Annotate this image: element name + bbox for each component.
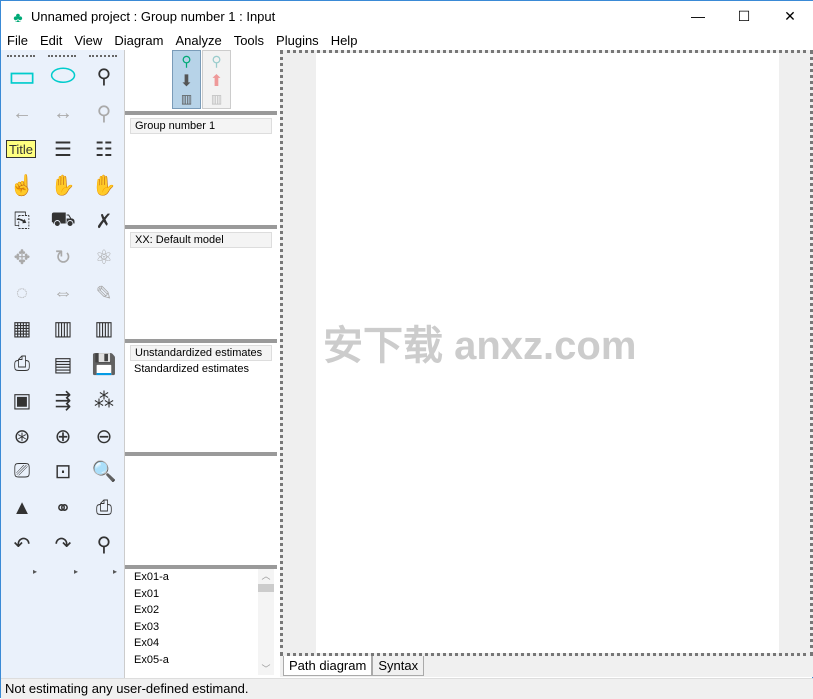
view-tabs: Path diagram Syntax xyxy=(280,656,813,677)
menu-plugins[interactable]: Plugins xyxy=(270,32,325,50)
maximize-button[interactable]: ☐ xyxy=(721,1,767,32)
more-tools-arrow[interactable]: ▸ xyxy=(74,567,78,576)
undo-icon[interactable]: ↶ xyxy=(6,528,38,560)
data-files-icon[interactable]: ▦ xyxy=(6,312,38,344)
multiple-group-icon[interactable]: ⚭ xyxy=(47,492,79,524)
drag-properties-icon[interactable]: ⇶ xyxy=(47,384,79,416)
table-icon: ▥ xyxy=(210,92,223,106)
deselect-all-icon[interactable]: ✋ xyxy=(88,169,120,201)
panel-divider[interactable] xyxy=(125,225,277,229)
down-arrow-icon: ⬇ xyxy=(179,73,194,90)
estimates-item-standardized[interactable]: Standardized estimates xyxy=(134,363,249,375)
menu-bar: File Edit View Diagram Analyze Tools Plugins He… xyxy=(1,32,813,50)
menu-help[interactable]: Help xyxy=(325,32,364,50)
tool-palette: ▸ ▸ ▸ ▭ ⬭ ⚲ ← ↔ ⚲ Title ☰ ☷ ☝ ✋ ✋ ⎘ ⛟ ✗ ✥ ↻ ⚛ ◌ ⇔ ✎ ▦ ▥ ▥ ⎙ ▤ 💾 ▣ ⇶ ⁂… xyxy=(1,50,124,678)
tab-syntax[interactable]: Syntax xyxy=(372,656,425,676)
estimates-item-unstandardized[interactable]: Unstandardized estimates xyxy=(130,345,272,361)
toolbar-separator xyxy=(48,55,76,57)
file-list-item[interactable]: Ex03 xyxy=(125,619,275,636)
path-diagram-canvas[interactable]: 安下载 anxz.com xyxy=(280,50,813,656)
menu-tools[interactable]: Tools xyxy=(228,32,270,50)
more-tools-arrow[interactable]: ▸ xyxy=(113,567,117,576)
object-properties-icon[interactable]: ▣ xyxy=(6,384,38,416)
menu-view[interactable]: View xyxy=(68,32,108,50)
menu-edit[interactable]: Edit xyxy=(34,32,68,50)
status-bar: Not estimating any user-defined estimand… xyxy=(1,678,813,699)
menu-diagram[interactable]: Diagram xyxy=(108,32,169,50)
file-list-item[interactable]: Ex01-a xyxy=(125,569,275,586)
rotate-indicators-icon[interactable]: ↻ xyxy=(47,241,79,273)
move-icon[interactable]: ⛟ xyxy=(47,205,79,237)
diagram-icon: ⚲ xyxy=(181,53,192,69)
fit-to-page-icon[interactable]: ⊡ xyxy=(47,455,79,487)
add-unique-variable-icon[interactable]: ⚲ xyxy=(88,97,120,129)
close-button[interactable]: ✕ xyxy=(767,1,813,32)
draw-unobserved-variable-icon[interactable]: ⬭ xyxy=(47,59,79,92)
minimize-button[interactable]: — xyxy=(675,1,721,32)
view-input-button[interactable]: ⚲ ⬇ ▥ xyxy=(172,50,201,109)
menu-analyze[interactable]: Analyze xyxy=(169,32,227,50)
duplicate-icon[interactable]: ⎘ xyxy=(6,205,38,237)
window-title: Unnamed project : Group number 1 : Input xyxy=(31,9,276,24)
list-dataset-variables-icon[interactable]: ☷ xyxy=(88,133,120,165)
watermark: 安下载 anxz.com xyxy=(323,324,637,368)
zoom-out-icon[interactable]: ⊖ xyxy=(88,420,120,452)
title-bar: ♣ Unnamed project : Group number 1 : Inp… xyxy=(1,1,813,32)
draw-observed-variable-icon[interactable]: ▭ xyxy=(6,60,38,93)
table-icon: ▥ xyxy=(180,92,193,106)
figure-caption-icon[interactable]: Title xyxy=(6,140,36,158)
copy-to-clipboard-icon[interactable]: ⎙ xyxy=(6,348,38,380)
redo-icon[interactable]: ↷ xyxy=(47,528,79,560)
print-icon[interactable]: ⎙ xyxy=(88,492,120,524)
bayesian-icon[interactable]: ▲ xyxy=(6,492,38,524)
specification-search-icon[interactable]: ⚲ xyxy=(88,528,120,560)
toolbar-separator xyxy=(7,55,35,57)
zoom-area-icon[interactable]: ⊛ xyxy=(6,420,38,452)
panel-divider[interactable] xyxy=(125,452,277,456)
diagram-icon: ⚲ xyxy=(211,53,222,69)
change-shape-icon[interactable]: ✥ xyxy=(6,241,38,273)
touch-up-icon[interactable]: ✎ xyxy=(88,277,120,309)
text-output-icon[interactable]: ▤ xyxy=(47,348,79,380)
amos-app-icon: ♣ xyxy=(13,8,23,25)
up-arrow-icon: ⬆ xyxy=(209,73,224,90)
draw-latent-indicator-icon[interactable]: ⚲ xyxy=(88,60,120,92)
menu-file[interactable]: File xyxy=(1,32,34,50)
scroll-icon[interactable]: ⇔ xyxy=(47,277,79,309)
panel-divider[interactable] xyxy=(125,111,277,115)
scroll-up-icon[interactable]: ︿ xyxy=(258,569,274,582)
panel-divider[interactable] xyxy=(125,339,277,343)
erase-icon[interactable]: ✗ xyxy=(88,205,120,237)
calculate-estimates-icon[interactable]: ▥ xyxy=(88,312,120,344)
page-view-icon[interactable]: ⎚ xyxy=(6,455,38,487)
draw-covariance-icon[interactable]: ↔ xyxy=(47,97,79,129)
file-list: Ex01-a Ex01 Ex02 Ex03 Ex04 Ex05-a xyxy=(125,569,275,675)
reflect-indicators-icon[interactable]: ⚛ xyxy=(88,241,120,273)
file-list-item[interactable]: Ex05-a xyxy=(125,652,275,669)
group-item[interactable]: Group number 1 xyxy=(130,118,272,134)
zoom-in-icon[interactable]: ⊕ xyxy=(47,420,79,452)
model-item[interactable]: XX: Default model xyxy=(130,232,272,248)
tab-path-diagram[interactable]: Path diagram xyxy=(283,656,373,676)
file-list-item[interactable]: Ex04 xyxy=(125,635,275,652)
file-list-item[interactable]: Ex01 xyxy=(125,586,275,603)
more-tools-arrow[interactable]: ▸ xyxy=(33,567,37,576)
navigation-panel: ⚲ ⬇ ▥ ⚲ ⬆ ▥ Group number 1 XX: Default m… xyxy=(124,50,277,678)
draw-path-icon[interactable]: ← xyxy=(6,97,38,129)
view-output-button[interactable]: ⚲ ⬆ ▥ xyxy=(202,50,231,109)
scroll-down-icon[interactable]: ﹀ xyxy=(258,662,274,675)
file-list-scrollbar[interactable]: ︿ ﹀ xyxy=(258,569,274,675)
select-all-icon[interactable]: ✋ xyxy=(47,169,79,201)
preserve-symmetries-icon[interactable]: ⁂ xyxy=(88,384,120,416)
move-parameters-icon[interactable]: ◌ xyxy=(6,277,38,309)
magnify-icon[interactable]: 🔍 xyxy=(88,455,120,487)
select-one-icon[interactable]: ☝ xyxy=(6,169,38,201)
file-list-item[interactable]: Ex02 xyxy=(125,602,275,619)
save-icon[interactable]: 💾 xyxy=(88,348,120,380)
scroll-thumb[interactable] xyxy=(258,584,274,592)
analysis-properties-icon[interactable]: ▥ xyxy=(47,312,79,344)
list-model-variables-icon[interactable]: ☰ xyxy=(47,133,79,165)
toolbar-separator xyxy=(89,55,117,57)
